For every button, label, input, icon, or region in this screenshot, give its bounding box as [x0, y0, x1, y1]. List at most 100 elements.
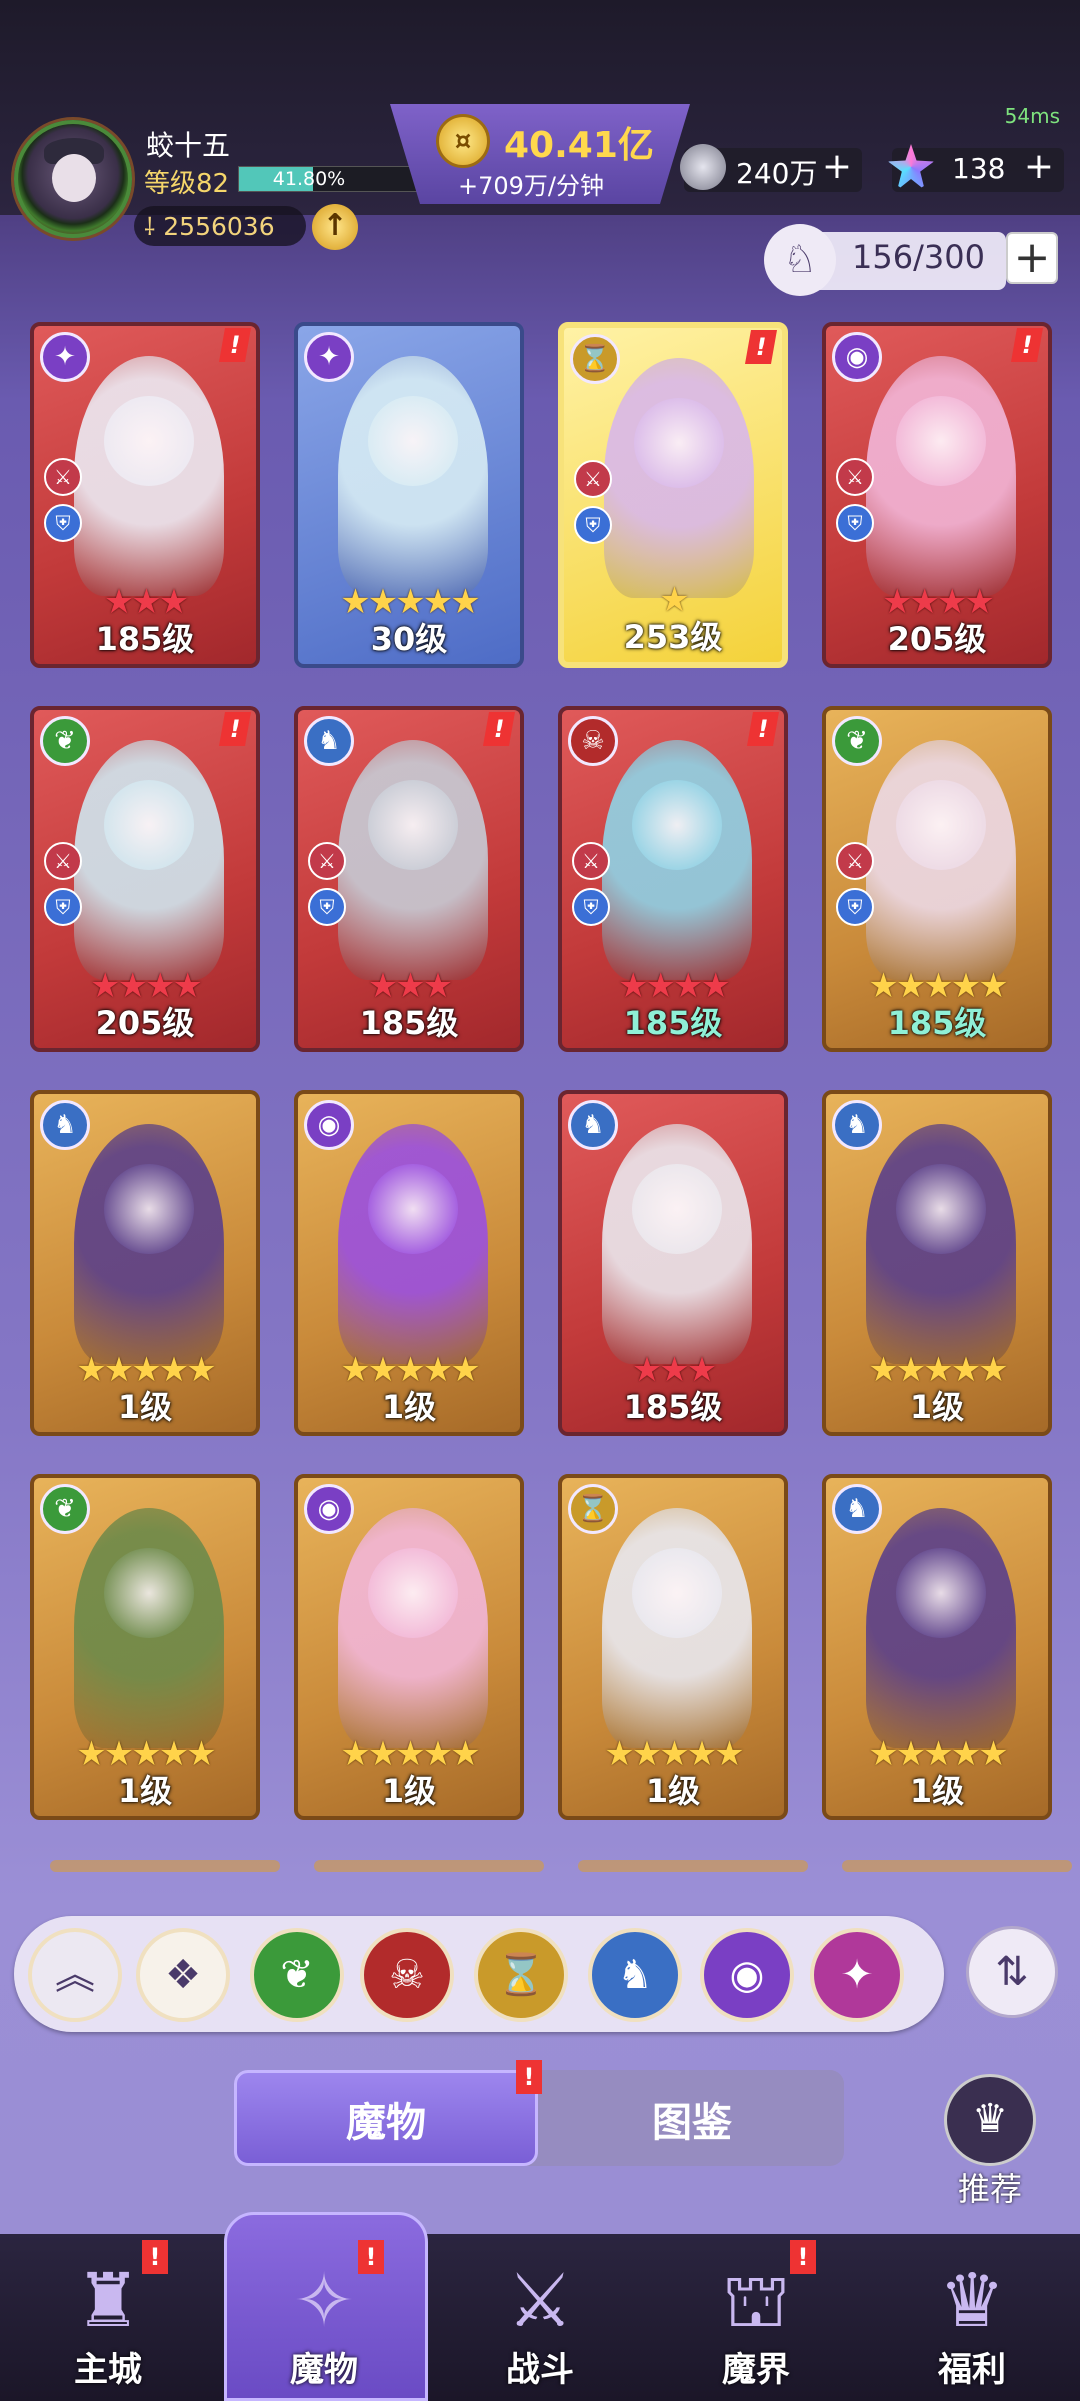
- silver-resource: 240万 +: [680, 144, 862, 192]
- monster-level: 1级: [117, 1772, 173, 1810]
- element-blue-icon: ♞: [40, 1100, 90, 1150]
- element-purple-icon: ✦: [304, 332, 354, 382]
- chaos-star-icon[interactable]: ✦: [810, 1928, 904, 2022]
- power-value: 2556036: [163, 211, 275, 241]
- next-row-card-edge: [50, 1860, 280, 1872]
- capacity-plus-button[interactable]: +: [1006, 232, 1058, 284]
- nav-label: 魔物: [290, 2350, 358, 2390]
- monster-level: 1级: [909, 1388, 965, 1426]
- sort-icon[interactable]: ⇅: [966, 1926, 1058, 2018]
- nav-item-0[interactable]: ♜ 主城!: [0, 2234, 216, 2401]
- defense-tag-icon: ⛨: [44, 504, 82, 542]
- nav-item-3[interactable]: ⛫ 魔界!: [648, 2234, 864, 2401]
- hourglass-icon[interactable]: ⌛: [474, 1928, 568, 2022]
- monster-card[interactable]: ♞ ★★★ 185级: [558, 1090, 788, 1436]
- nav-label: 战斗: [506, 2350, 574, 2390]
- player-name: 蛟十五: [146, 129, 231, 162]
- gem-plus-button[interactable]: +: [1024, 146, 1054, 187]
- monster-level: 1级: [645, 1772, 701, 1810]
- gem-icon: [888, 144, 934, 190]
- next-row-card-edge: [842, 1860, 1072, 1872]
- avatar[interactable]: [14, 120, 132, 238]
- monster-card[interactable]: ✦ ⚔ ⛨! ★★★ 185级: [30, 322, 260, 668]
- defense-tag-icon: ⛨: [836, 888, 874, 926]
- leaf-icon[interactable]: ❦: [250, 1928, 344, 2022]
- monster-level: 205级: [887, 620, 987, 658]
- monster-face: [896, 780, 986, 870]
- dragon-icon[interactable]: ♞: [588, 1928, 682, 2022]
- monster-card[interactable]: ✦ ★★★★★ 30级: [294, 322, 524, 668]
- alert-badge: !: [745, 330, 777, 364]
- avatar-face: [52, 154, 96, 202]
- gold-value: 40.41亿: [504, 125, 654, 166]
- monster-level: 1级: [381, 1388, 437, 1426]
- monster-card[interactable]: ◉ ★★★★★ 1级: [294, 1474, 524, 1820]
- monster-level: 185级: [95, 620, 195, 658]
- attack-tag-icon: ⚔: [574, 460, 612, 498]
- all-elements-icon[interactable]: ❖: [136, 1928, 230, 2022]
- monster-card[interactable]: ◉ ⚔ ⛨! ★★★★ 205级: [822, 322, 1052, 668]
- nav-item-1[interactable]: ✧ 魔物!: [216, 2234, 432, 2401]
- attack-tag-icon: ⚔: [836, 458, 874, 496]
- element-green-icon: ❦: [40, 716, 90, 766]
- recommend-icon[interactable]: ♛: [944, 2074, 1036, 2166]
- alert-badge: !: [1011, 328, 1043, 362]
- monster-face: [896, 1164, 986, 1254]
- element-green-icon: ❦: [832, 716, 882, 766]
- monster-card[interactable]: ☠ ⚔ ⛨! ★★★★ 185级: [558, 706, 788, 1052]
- tab-monsters[interactable]: 魔物: [234, 2090, 538, 2148]
- recommend-label[interactable]: 推荐: [920, 2164, 1060, 2210]
- element-blue-icon: ♞: [832, 1484, 882, 1534]
- monster-level: 1级: [909, 1772, 965, 1810]
- monster-level: 185级: [359, 1004, 459, 1042]
- monster-face: [632, 1164, 722, 1254]
- monster-card[interactable]: ⌛ ★★★★★ 1级: [558, 1474, 788, 1820]
- element-gold-icon: ⌛: [570, 334, 620, 384]
- gem-resource: 138 +: [888, 144, 1064, 192]
- chevron-up-icon[interactable]: ︽: [28, 1928, 122, 2022]
- arrow-up-icon[interactable]: ↑: [312, 204, 358, 250]
- monster-card[interactable]: ❦ ⚔ ⛨ ★★★★★ 185级: [822, 706, 1052, 1052]
- alert-badge: !: [747, 712, 779, 746]
- monster-face: [896, 396, 986, 486]
- sword-icon: ⸸: [144, 212, 156, 241]
- nav-label: 主城: [74, 2350, 142, 2390]
- nav-alert-badge: !: [358, 2240, 384, 2274]
- monster-card[interactable]: ♞ ★★★★★ 1级: [822, 1474, 1052, 1820]
- nav-item-2[interactable]: ⚔ 战斗: [432, 2234, 648, 2401]
- monster-face: [896, 1548, 986, 1638]
- element-purple-icon: ✦: [40, 332, 90, 382]
- next-row-card-edge: [314, 1860, 544, 1872]
- monster-level: 253级: [623, 618, 723, 656]
- element-purple-icon: ◉: [832, 332, 882, 382]
- eye-icon[interactable]: ◉: [700, 1928, 794, 2022]
- monster-card[interactable]: ♞ ★★★★★ 1级: [822, 1090, 1052, 1436]
- nav-item-4[interactable]: ♛ 福利: [864, 2234, 1080, 2401]
- monster-face: [632, 1548, 722, 1638]
- gem-value: 138: [952, 152, 1006, 185]
- monster-card[interactable]: ❦ ★★★★★ 1级: [30, 1474, 260, 1820]
- monster-card[interactable]: ♞ ★★★★★ 1级: [30, 1090, 260, 1436]
- alert-badge: !: [483, 712, 515, 746]
- monster-face: [104, 1548, 194, 1638]
- monster-card[interactable]: ❦ ⚔ ⛨! ★★★★ 205级: [30, 706, 260, 1052]
- tab-monsters-alert: !: [516, 2060, 542, 2094]
- silver-plus-button[interactable]: +: [822, 146, 852, 187]
- player-level: 等级82: [144, 169, 230, 199]
- silver-value: 240万: [736, 157, 818, 190]
- element-green-icon: ❦: [40, 1484, 90, 1534]
- defense-tag-icon: ⛨: [44, 888, 82, 926]
- monster-card[interactable]: ⌛ ⚔ ⛨! ★ 253级: [558, 322, 788, 668]
- demon-skull-icon[interactable]: ☠: [360, 1928, 454, 2022]
- element-blue-icon: ♞: [568, 1100, 618, 1150]
- tab-codex[interactable]: 图鉴: [540, 2090, 844, 2148]
- monster-level: 185级: [887, 1004, 987, 1042]
- monster-card[interactable]: ♞ ⚔ ⛨! ★★★ 185级: [294, 706, 524, 1052]
- monster-card[interactable]: ◉ ★★★★★ 1级: [294, 1090, 524, 1436]
- monster-level: 30级: [370, 620, 448, 658]
- nav-label: 魔界: [722, 2350, 790, 2390]
- xp-bar: 41.80%: [238, 166, 418, 192]
- defense-tag-icon: ⛨: [836, 504, 874, 542]
- monster-face: [368, 1548, 458, 1638]
- monster-level: 185级: [623, 1388, 723, 1426]
